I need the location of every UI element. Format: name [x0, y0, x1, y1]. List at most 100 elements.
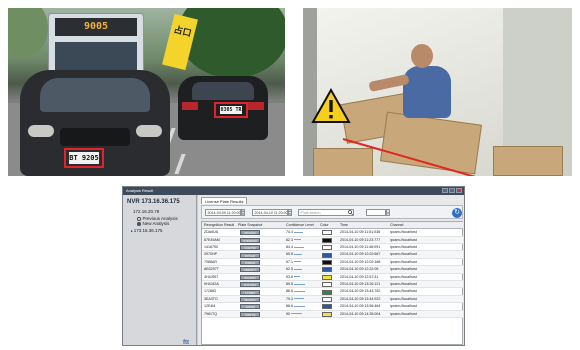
plate-snapshot[interactable]: ZDA6UA	[240, 230, 260, 236]
worker-head	[411, 44, 433, 68]
plate-snapshot[interactable]: 1416790	[240, 245, 260, 251]
tail-light	[182, 102, 198, 110]
confidence-level: 79.3	[286, 296, 316, 303]
plate-snapshot[interactable]: 3970HP	[240, 252, 260, 258]
confidence-bar	[294, 239, 302, 241]
channel: ipcam://localhost	[390, 267, 417, 272]
recognition-time: 2014-04-10 09:13:56:464	[340, 304, 381, 309]
tab-license-plate-results[interactable]: License Plate Results	[201, 197, 248, 204]
plate-snapshot[interactable]: 7088AR	[240, 259, 260, 265]
building-left	[8, 8, 48, 58]
plate-search-input[interactable]: Plate search	[298, 209, 354, 216]
grille	[60, 128, 130, 146]
table-row[interactable]: AB3297T AB3297T 62.5 2014-04-10 09:12:22:05…	[202, 266, 463, 274]
chevron-down-icon[interactable]: ▾	[386, 209, 390, 216]
recognition-result: 7088AR	[204, 259, 217, 264]
analysis-result-window: Analysis Result NVR 173.16.36.175 172.16…	[122, 186, 465, 346]
recognition-time: 2014-04-10 09:11:46:091	[340, 245, 381, 249]
recognition-time: 2014-04-10 09:12:57:41	[340, 274, 379, 279]
plate-snapshot[interactable]: AB3297T	[240, 267, 260, 273]
table-header: Recognition Result Plate Snapshot Confid…	[202, 222, 463, 229]
maximize-button[interactable]	[449, 188, 455, 193]
search-icon[interactable]	[348, 210, 353, 215]
channel: ipcam://localhost	[390, 245, 417, 249]
confidence-level: 74.4	[286, 229, 316, 236]
confidence-bar	[294, 283, 305, 285]
confidence-level: 88.6	[286, 303, 316, 310]
channel: ipcam://localhost	[390, 230, 417, 235]
confidence-level: 90	[286, 311, 316, 318]
plate-color-swatch	[322, 274, 332, 280]
cardboard-box	[313, 148, 373, 176]
radio-selected-icon[interactable]	[137, 221, 141, 226]
plate-snapshot[interactable]: 172883	[240, 289, 260, 295]
table-row[interactable]: 4H4J957 4H4J957 53.6 2014-04-10 09:12:57:41…	[202, 274, 463, 281]
start-date-field[interactable]: 2014-04-09 11:20:00	[205, 209, 241, 216]
channel: ipcam://localhost	[390, 296, 417, 301]
results-table: Recognition Result Plate Snapshot Confid…	[201, 221, 463, 345]
plate-snapshot[interactable]: 12E4M	[240, 304, 260, 310]
plate-snapshot[interactable]: 7981TQ	[240, 311, 260, 317]
recognition-result: 3970HP	[204, 252, 217, 257]
column-header-channel[interactable]: Channel	[390, 222, 403, 229]
table-row[interactable]: ZDA6UA ZDA6UA 74.4 2014-04-10 09:11:51:038 i…	[202, 229, 463, 237]
confidence-value: 62.3	[286, 237, 293, 242]
tree-item-nvr[interactable]: ▸ 173.16.36.175	[131, 228, 163, 233]
confidence-level: 62.3	[286, 237, 316, 244]
end-date-spinner[interactable]: ▴ ▾	[288, 209, 292, 216]
confidence-bar	[294, 290, 305, 292]
warning-triangle-icon	[311, 88, 351, 123]
plate-snapshot[interactable]: 87E49AM	[240, 237, 260, 243]
table-row[interactable]: 12E4M 12E4M 88.6 2014-04-10 09:13:56:464 ipc…	[202, 303, 463, 311]
confidence-value: 88.6	[286, 304, 293, 309]
new-analysis-option[interactable]: New Analysis	[137, 221, 169, 226]
column-header-confidence[interactable]: Confidence Level	[286, 222, 314, 229]
column-header-color[interactable]: Color	[320, 222, 329, 229]
nvr-title: NVR 173.16.36.175	[127, 199, 180, 205]
tree-item-label: 172.16.20.79	[133, 209, 160, 214]
recognition-result: 172883	[204, 289, 216, 294]
table-row[interactable]: 7981TQ 7981TQ 90 2014-04-10 09:14:35:004 ipc…	[202, 310, 463, 318]
recognition-time: 2014-04-10 09:12:02:667	[340, 252, 381, 257]
rear-window	[192, 82, 254, 100]
table-row[interactable]: 9H4J42A 9H4J42A 89.5 2014-04-10 09:13:26:12…	[202, 281, 463, 289]
worker	[403, 66, 451, 118]
front-plate-highlight	[64, 148, 104, 168]
column-header-result[interactable]: Recognition Result	[204, 222, 234, 229]
table-row[interactable]: 87E49AM 87E49AM 62.3 2014-04-10 09:11:23:77…	[202, 236, 463, 244]
table-row[interactable]: 3EA3TO 3EA3TO 79.3 2014-04-10 09:13:44:922 i…	[202, 295, 463, 304]
plate-snapshot[interactable]: 4H4J957	[240, 274, 260, 280]
plate-snapshot[interactable]: 3EA3TO	[240, 296, 260, 302]
table-row[interactable]: 7088AR 7088AR 57.1 2014-04-10 09:12:02:168 i…	[202, 259, 463, 267]
recognition-result: 87E49AM	[204, 237, 220, 242]
table-row[interactable]: 3970HP 3970HP 65.6 2014-04-10 09:12:02:667 i…	[202, 251, 463, 259]
radio-icon[interactable]	[137, 216, 141, 221]
channel: ipcam://localhost	[390, 252, 417, 257]
recognition-time: 2014-04-10 09:12:22:05	[340, 267, 379, 272]
refresh-icon[interactable]: ↻	[452, 208, 462, 218]
filter-toolbar: 2014-04-09 11:20:00 ▴ ▾ 2014-04-10 11:20:…	[201, 205, 463, 219]
confidence-bar	[294, 246, 305, 248]
confidence-value: 84.4	[286, 245, 293, 249]
start-date-spinner[interactable]: ▴ ▾	[241, 209, 245, 216]
close-button[interactable]	[456, 188, 462, 193]
table-row[interactable]: 1416790 1416790 84.4 2014-04-10 09:11:46:09…	[202, 244, 463, 252]
end-date-field[interactable]: 2014-04-10 11:20:00	[252, 209, 288, 216]
channel: ipcam://localhost	[390, 259, 417, 264]
table-row[interactable]: 172883 172883 88.6 2014-04-10 09:13:43:762 i…	[202, 288, 463, 296]
column-header-time[interactable]: Time	[340, 222, 348, 229]
column-header-snapshot[interactable]: Plate Snapshot	[238, 222, 262, 229]
color-filter-select[interactable]	[366, 209, 386, 216]
confidence-bar	[294, 253, 302, 255]
plate-snapshot[interactable]: 9H4J42A	[240, 282, 260, 288]
confidence-value: 79.3	[286, 296, 293, 301]
tree-item-server[interactable]: 172.16.20.79	[133, 209, 159, 214]
confidence-value: 65.6	[286, 252, 293, 257]
plate-color-swatch	[322, 230, 332, 236]
confidence-bar	[291, 313, 302, 315]
minimize-button[interactable]	[442, 188, 448, 193]
channel: ipcam://localhost	[390, 237, 417, 242]
confidence-value: 57.1	[286, 259, 293, 264]
confidence-level: 65.6	[286, 251, 316, 258]
traffic-photo: 9005 占口 0305 TR BT 9205	[8, 8, 285, 176]
